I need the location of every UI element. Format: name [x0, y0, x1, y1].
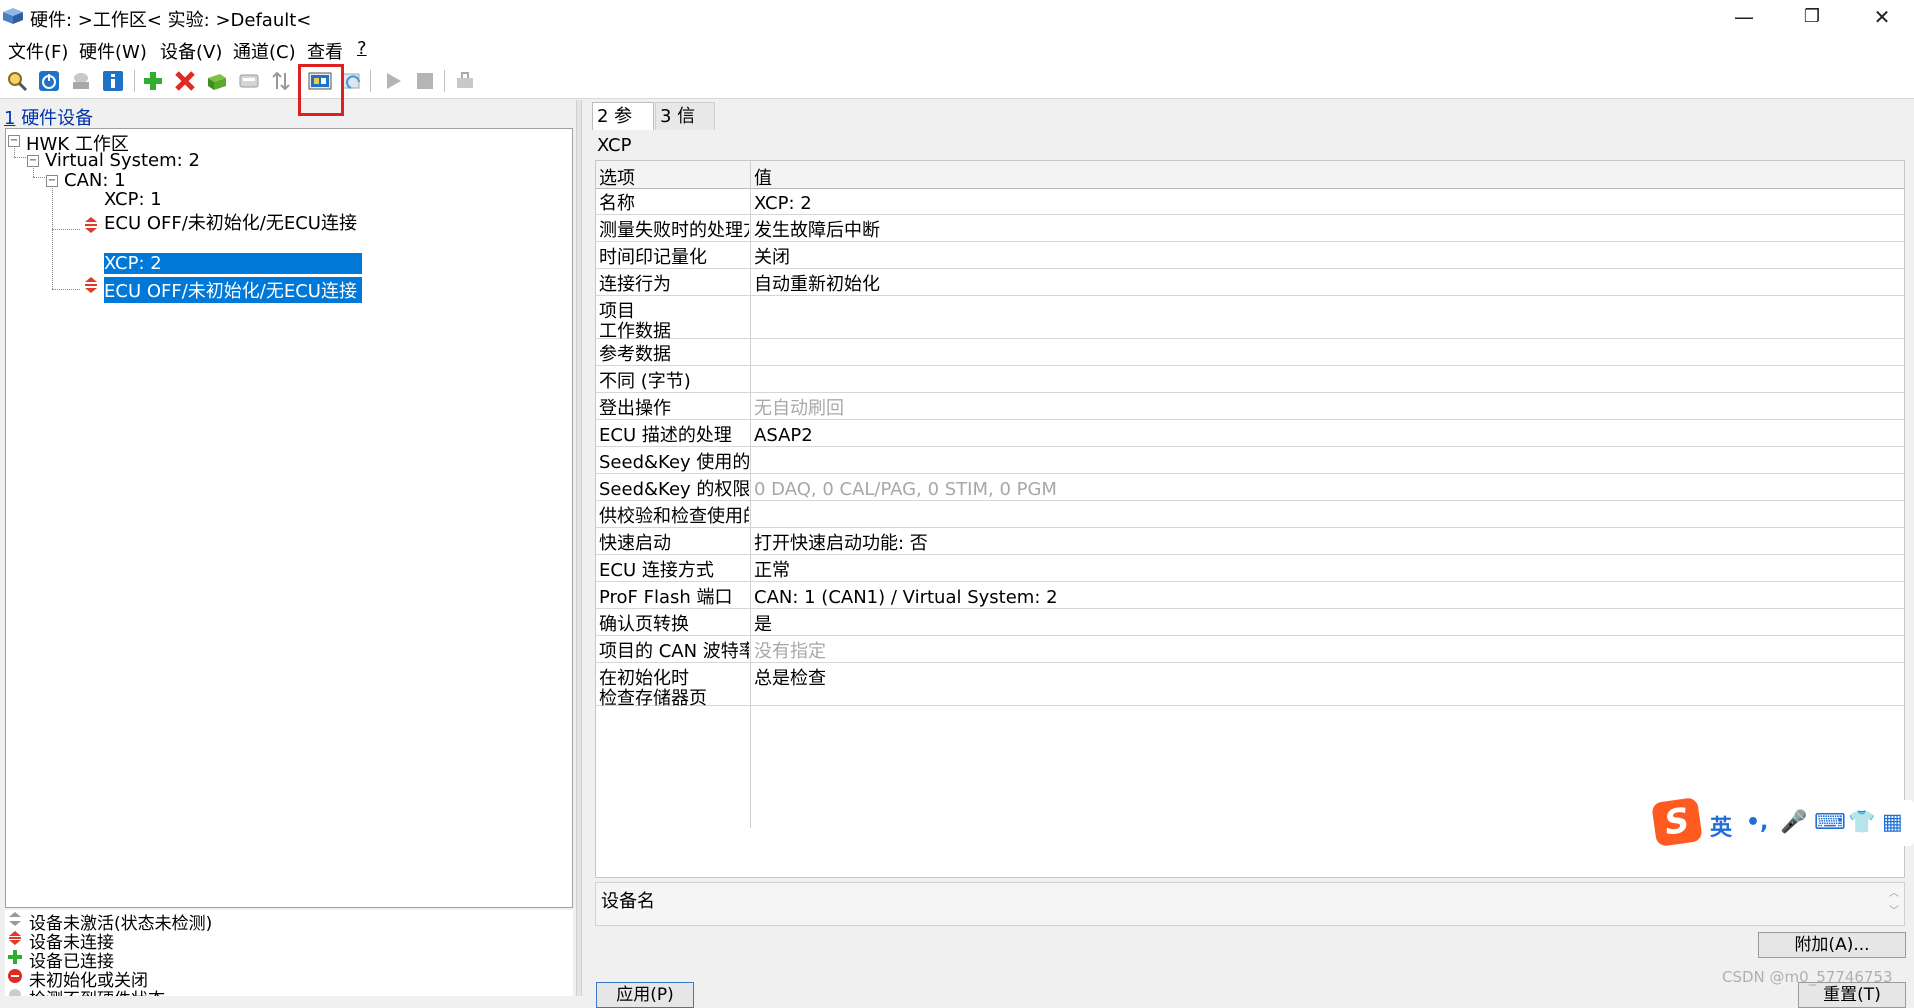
grid-row[interactable]: Seed&Key 使用的 [596, 447, 1904, 474]
apply-button[interactable]: 应用(P) [596, 982, 694, 1008]
grid-row[interactable]: 项目 工作数据 [596, 296, 1904, 342]
menu-file[interactable]: 文件(F) [8, 38, 68, 64]
toolbar-separator [370, 70, 371, 92]
hardware-tree[interactable]: − HWK 工作区 − Virtual System: 2 − CAN: 1 X… [5, 128, 573, 908]
grid-row[interactable]: 快速启动 打开快速启动功能: 否 [596, 528, 1904, 555]
description-scrollbar[interactable]: ︿ ﹀ [1886, 885, 1902, 923]
tree-connector [52, 289, 80, 290]
close-button[interactable]: ✕ [1846, 0, 1914, 34]
description-box: 设备名 ︿ ﹀ [595, 882, 1905, 926]
toolbar-separator [444, 70, 445, 92]
grid-row[interactable]: 确认页转换 是 [596, 609, 1904, 636]
grid-row[interactable]: ECU 连接方式 正常 [596, 555, 1904, 582]
toolbar [0, 64, 1914, 99]
menu-bar: 文件(F) 硬件(W) 设备(V) 通道(C) 查看 ? [0, 34, 1914, 64]
tree-connector [52, 185, 53, 289]
column-header-value[interactable]: 值 [754, 164, 772, 190]
grid-row[interactable]: 供校验和检查使用的 [596, 501, 1904, 528]
parameter-grid[interactable]: 选项 值 名称 XCP: 2 测量失败时的处理方 发生故障后中断 时间印记量化 … [595, 160, 1905, 878]
panel-splitter[interactable] [576, 100, 582, 996]
power-icon[interactable] [36, 68, 62, 94]
app-cube-icon [3, 8, 23, 24]
collapse-icon[interactable]: − [46, 175, 58, 187]
collapse-icon[interactable]: − [27, 155, 39, 167]
keyboard-icon[interactable]: ⌨ [1814, 810, 1846, 835]
status-legend: 设备未激活(状态未检测) 设备未连接 设备已连接 未初始化或关闭 检测不到硬件状… [5, 910, 573, 996]
device-connected-icon [8, 950, 22, 964]
column-header-option[interactable]: 选项 [599, 164, 635, 190]
skin-icon[interactable]: 👕 [1848, 810, 1875, 835]
ime-language-toggle[interactable]: 英 [1710, 810, 1732, 842]
grid-header: 选项 值 [596, 161, 1904, 189]
grid-row[interactable]: 登出操作 无自动刷回 [596, 393, 1904, 420]
attach-button[interactable]: 附加(A)... [1758, 932, 1906, 958]
toolbar-separator [134, 70, 135, 92]
title-bar: 硬件: >工作区< 实验: >Default< — ❐ ✕ [0, 0, 1914, 34]
tree-connector [33, 177, 47, 178]
watermark: CSDN @m0_57746753 [1722, 968, 1893, 986]
grid-row[interactable]: 项目的 CAN 波特率 没有指定 [596, 636, 1904, 663]
grid-row[interactable]: 在初始化时 检查存储器页 总是检查 [596, 663, 1904, 709]
menu-help[interactable]: ? [357, 38, 367, 59]
microphone-icon[interactable]: 🎤 [1780, 810, 1807, 835]
tree-connector [52, 229, 80, 230]
grid-row[interactable]: 名称 XCP: 2 [596, 188, 1904, 215]
grid-row[interactable]: Seed&Key 的权限 0 DAQ, 0 CAL/PAG, 0 STIM, 0… [596, 474, 1904, 501]
header-label: 硬件设备 [21, 108, 94, 129]
restore-button[interactable]: ❐ [1776, 0, 1848, 34]
tab-info[interactable]: 3 信息 [655, 102, 715, 155]
grid-row[interactable]: 连接行为 自动重新初始化 [596, 269, 1904, 296]
device-not-connected-icon [85, 277, 97, 293]
tree-node-xcp2[interactable]: XCP: 2 [104, 253, 362, 274]
collapse-icon[interactable]: − [8, 135, 20, 147]
tree-node-xcp1-status[interactable]: ECU OFF/未初始化/无ECU连接 [104, 209, 357, 235]
window-title: 硬件: >工作区< 实验: >Default< [30, 10, 312, 31]
description-label: 设备名 [601, 891, 655, 912]
tree-node-xcp1[interactable]: XCP: 1 [104, 189, 162, 210]
minimize-button[interactable]: — [1708, 0, 1780, 34]
hardware-devices-header[interactable]: 1 硬件设备 [4, 104, 93, 130]
grid-row[interactable]: 时间印记量化 关闭 [596, 242, 1904, 269]
flash-icon[interactable] [452, 68, 478, 94]
menu-device[interactable]: 设备(V) [160, 38, 222, 64]
device-inactive-icon [9, 912, 21, 926]
tree-node-can[interactable]: CAN: 1 [64, 170, 126, 191]
tree-node-virtual-system[interactable]: Virtual System: 2 [45, 150, 200, 171]
tab-parameters[interactable]: 2 参数 [592, 102, 654, 155]
info-icon[interactable] [100, 68, 126, 94]
unknown-state-icon [9, 989, 21, 996]
punctuation-icon[interactable]: •, [1746, 810, 1768, 835]
grid-row[interactable]: 测量失败时的处理方 发生故障后中断 [596, 215, 1904, 242]
sort-icon[interactable] [268, 68, 294, 94]
tree-connector [14, 157, 28, 158]
stop-icon[interactable] [412, 68, 438, 94]
ime-toolbar[interactable]: S 英 •, 🎤 ⌨ 👕 ▦ [1651, 797, 1914, 847]
module-icon[interactable] [204, 68, 230, 94]
menu-view[interactable]: 查看 [307, 38, 343, 64]
menu-channel[interactable]: 通道(C) [233, 38, 296, 64]
add-icon[interactable] [140, 68, 166, 94]
grid-row[interactable]: 不同 (字节) [596, 366, 1904, 393]
sogou-logo-icon[interactable]: S [1651, 797, 1703, 847]
header-number: 1 [4, 108, 16, 129]
grid-row[interactable]: ECU 描述的处理 ASAP2 [596, 420, 1904, 447]
device-config-icon[interactable] [236, 68, 262, 94]
highlight-annotation-box [298, 64, 344, 116]
uninitialized-icon [8, 969, 22, 983]
grid-row[interactable]: ProF Flash 端口 CAN: 1 (CAN1) / Virtual Sy… [596, 582, 1904, 609]
section-title: XCP [597, 135, 632, 156]
menu-hardware[interactable]: 硬件(W) [79, 38, 147, 64]
device-not-connected-icon [85, 217, 97, 233]
delete-icon[interactable] [172, 68, 198, 94]
network-icon[interactable] [68, 68, 94, 94]
search-icon[interactable] [4, 68, 30, 94]
toolbox-icon[interactable]: ▦ [1882, 810, 1903, 835]
run-icon[interactable] [380, 68, 406, 94]
tree-node-xcp2-status[interactable]: ECU OFF/未初始化/无ECU连接 [104, 277, 362, 303]
device-not-connected-icon [9, 931, 21, 945]
grid-row[interactable]: 参考数据 [596, 339, 1904, 366]
